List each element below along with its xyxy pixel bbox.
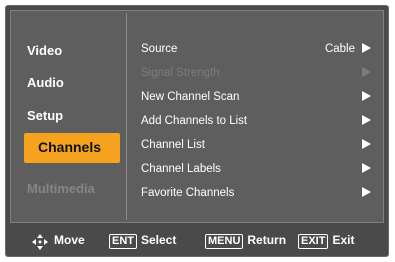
category-video[interactable]: Video [27,43,62,58]
arrow-right-icon [362,139,371,149]
menu-item-channel-labels[interactable]: Channel Labels [141,161,373,179]
menu-item-label: Favorite Channels [141,187,235,199]
hint-exit: EXIT Exit [298,233,354,249]
hint-return: MENU Return [205,233,286,249]
menu-item-label: Channel List [141,139,205,151]
menu-key-icon: MENU [205,234,244,249]
menu-item-new-channel-scan[interactable]: New Channel Scan [141,89,373,107]
menu-item-signal-strength: Signal Strength [141,65,373,83]
arrow-right-icon [362,43,371,53]
menu-item-source[interactable]: Source Cable [141,41,373,59]
menu-item-label: New Channel Scan [141,91,240,103]
category-multimedia: Multimedia [27,181,95,196]
menu-item-add-channels[interactable]: Add Channels to List [141,113,373,131]
category-channels[interactable]: Channels [24,133,120,163]
hint-select: ENT Select [109,233,176,249]
tv-menu-screen: Video Audio Setup Channels Multimedia So… [5,5,389,257]
hint-exit-label: Exit [332,233,355,247]
hint-return-label: Return [247,233,287,247]
menu-item-channel-list[interactable]: Channel List [141,137,373,155]
source-value: Cable [324,43,355,55]
hint-move-label: Move [54,233,85,247]
arrow-right-icon [362,115,371,125]
arrow-right-icon [362,187,371,197]
move-arrows-icon [32,234,48,250]
menu-panel: Video Audio Setup Channels Multimedia So… [10,10,384,223]
category-audio[interactable]: Audio [27,75,64,90]
menu-item-favorite-channels[interactable]: Favorite Channels [141,185,373,203]
arrow-right-icon [362,163,371,173]
category-setup[interactable]: Setup [27,108,63,123]
ent-key-icon: ENT [109,234,137,249]
menu-item-label: Signal Strength [141,67,220,79]
footer-hints: Move ENT Select MENU Return EXIT Exit [6,227,388,255]
exit-key-icon: EXIT [298,234,329,249]
menu-item-label: Channel Labels [141,163,221,175]
menu-item-label: Source [141,43,178,55]
category-channels-label: Channels [38,139,102,155]
hint-select-label: Select [141,233,177,247]
menu-item-label: Add Channels to List [141,115,248,127]
arrow-right-icon [362,67,371,77]
menu-divider [126,13,127,220]
arrow-right-icon [362,91,371,101]
